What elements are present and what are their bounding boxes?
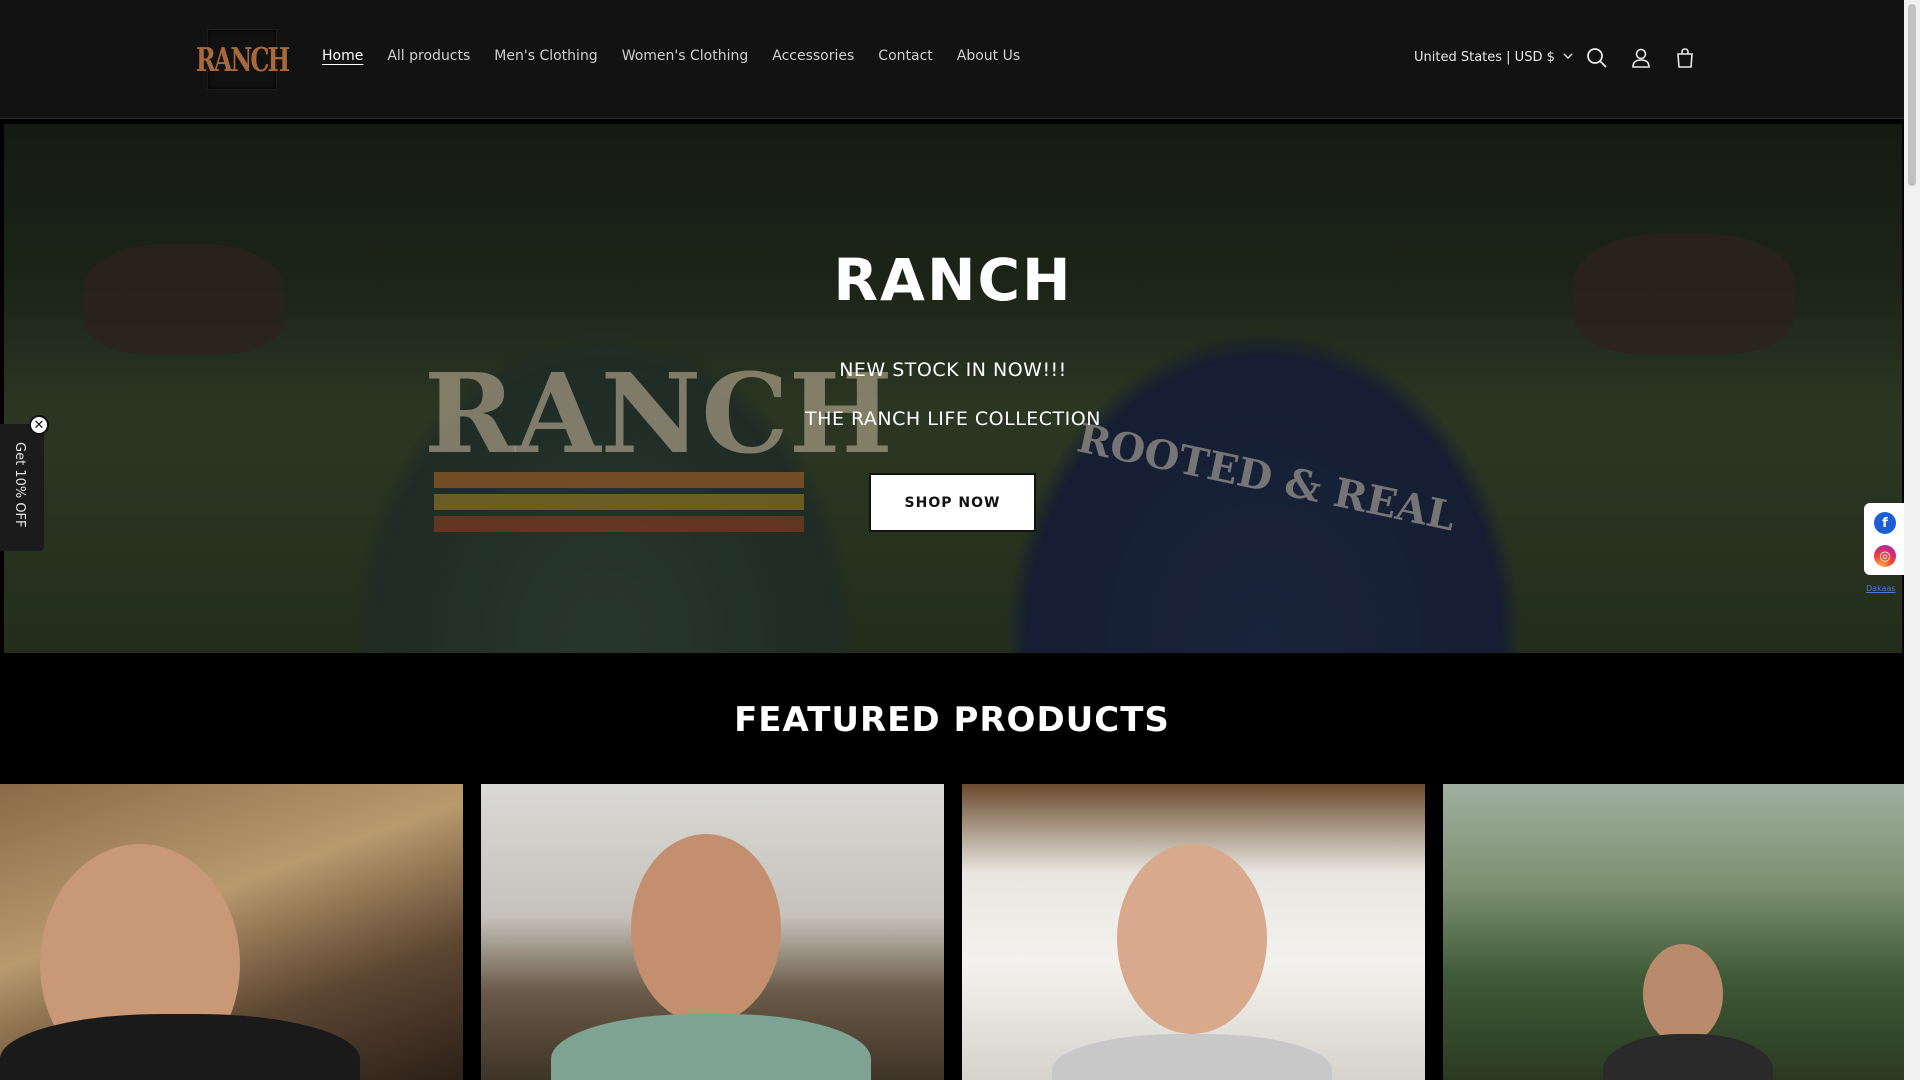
product-card[interactable] xyxy=(0,784,463,1080)
hero-title: RANCH xyxy=(833,246,1073,314)
search-icon[interactable] xyxy=(1585,46,1609,70)
product-image xyxy=(1643,944,1723,1044)
nav-womens-clothing[interactable]: Women's Clothing xyxy=(622,48,749,64)
main-nav: Home All products Men's Clothing Women's… xyxy=(322,48,1044,64)
product-card[interactable] xyxy=(962,784,1425,1080)
nav-contact[interactable]: Contact xyxy=(878,48,932,64)
hero-subtitle: THE RANCH LIFE COLLECTION xyxy=(805,408,1101,430)
nav-about-us[interactable]: About Us xyxy=(957,48,1020,64)
chevron-down-icon xyxy=(1563,50,1573,65)
product-image xyxy=(1052,1034,1332,1080)
account-icon[interactable] xyxy=(1629,46,1653,70)
scrollbar[interactable] xyxy=(1904,0,1920,1080)
featured-products-heading: FEATURED PRODUCTS xyxy=(734,700,1170,740)
hero-banner: RANCH ROOTED & REAL RANCH NEW STOCK IN N… xyxy=(4,124,1902,653)
close-icon[interactable]: ✕ xyxy=(29,415,49,435)
nav-home[interactable]: Home xyxy=(322,48,363,64)
product-image xyxy=(631,834,781,1024)
hero-subtitle: NEW STOCK IN NOW!!! xyxy=(839,359,1067,381)
scrollbar-thumb[interactable] xyxy=(1908,4,1916,186)
country-selector[interactable]: United States | USD $ xyxy=(1414,50,1573,65)
nav-accessories[interactable]: Accessories xyxy=(772,48,854,64)
product-card[interactable] xyxy=(481,784,944,1080)
ranch-logo[interactable]: RANCH xyxy=(196,29,290,90)
product-image xyxy=(1603,1034,1773,1080)
logo-text: RANCH xyxy=(195,39,290,80)
product-image xyxy=(1117,844,1267,1034)
country-selector-label: United States | USD $ xyxy=(1414,50,1555,65)
hero-content: RANCH NEW STOCK IN NOW!!! THE RANCH LIFE… xyxy=(4,124,1902,653)
product-card[interactable] xyxy=(1443,784,1906,1080)
product-image xyxy=(551,1014,871,1080)
nav-mens-clothing[interactable]: Men's Clothing xyxy=(494,48,597,64)
site-header: RANCH Home All products Men's Clothing W… xyxy=(0,0,1904,119)
shop-now-button[interactable]: SHOP NOW xyxy=(869,473,1036,532)
nav-all-products[interactable]: All products xyxy=(387,48,470,64)
cart-icon[interactable] xyxy=(1673,46,1697,70)
